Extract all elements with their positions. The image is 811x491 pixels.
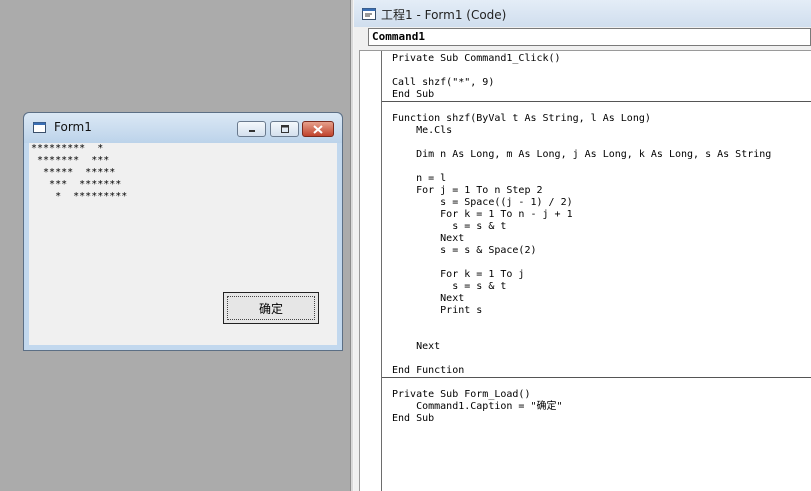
code-lines: Private Sub Command1_Click() Call shzf("*… xyxy=(382,53,811,425)
code-line[interactable]: Next xyxy=(382,293,811,305)
code-window-titlebar[interactable]: 工程1 - Form1 (Code) xyxy=(354,0,811,27)
code-line[interactable]: Command1.Caption = "确定" xyxy=(382,401,811,413)
code-line[interactable]: For j = 1 To n Step 2 xyxy=(382,185,811,197)
maximize-button[interactable] xyxy=(270,121,299,137)
output-line: ******* *** xyxy=(31,155,110,166)
code-line[interactable] xyxy=(382,257,811,269)
code-icon xyxy=(362,8,376,20)
code-line[interactable]: s = s & Space(2) xyxy=(382,245,811,257)
code-line[interactable]: n = l xyxy=(382,173,811,185)
form1-titlebar[interactable]: Form1 xyxy=(24,113,342,143)
code-line[interactable]: End Sub xyxy=(382,413,811,425)
code-line[interactable]: s = Space((j - 1) / 2) xyxy=(382,197,811,209)
code-line[interactable] xyxy=(382,161,811,173)
code-line[interactable]: Private Sub Form_Load() xyxy=(382,389,811,401)
code-line[interactable] xyxy=(382,65,811,77)
code-line[interactable] xyxy=(382,137,811,149)
command1-button[interactable]: 确定 xyxy=(223,292,319,324)
code-editor[interactable]: Private Sub Command1_Click() Call shzf("*… xyxy=(359,50,811,491)
object-combo-box[interactable]: Command1 xyxy=(368,28,811,46)
command1-button-label: 确定 xyxy=(227,296,315,320)
close-icon xyxy=(313,124,323,134)
code-line[interactable]: s = s & t xyxy=(382,221,811,233)
form-icon xyxy=(33,122,46,133)
code-line[interactable]: End Function xyxy=(382,365,811,377)
code-line[interactable]: End Sub xyxy=(382,89,811,101)
form1-title: Form1 xyxy=(54,120,92,134)
minimize-icon xyxy=(248,130,255,132)
output-line: ********* * xyxy=(31,143,104,154)
code-line[interactable]: For k = 1 To j xyxy=(382,269,811,281)
output-line: ***** ***** xyxy=(31,167,116,178)
minimize-button[interactable] xyxy=(237,121,266,137)
code-window-title: 工程1 - Form1 (Code) xyxy=(381,8,507,22)
form1-client-area[interactable]: ********* * ******* *** ***** ***** *** … xyxy=(29,143,337,345)
code-line[interactable]: Me.Cls xyxy=(382,125,811,137)
code-line[interactable]: Dim n As Long, m As Long, j As Long, k A… xyxy=(382,149,811,161)
code-line[interactable]: Call shzf("*", 9) xyxy=(382,77,811,89)
output-line: * ********* xyxy=(31,191,128,202)
code-line[interactable]: Next xyxy=(382,233,811,245)
code-line[interactable]: Function shzf(ByVal t As String, l As Lo… xyxy=(382,113,811,125)
code-line[interactable]: For k = 1 To n - j + 1 xyxy=(382,209,811,221)
code-line[interactable] xyxy=(382,329,811,341)
code-line[interactable]: Print s xyxy=(382,305,811,317)
output-line: *** ******* xyxy=(31,179,122,190)
code-line[interactable]: Next xyxy=(382,341,811,353)
code-line[interactable]: s = s & t xyxy=(382,281,811,293)
code-line[interactable] xyxy=(382,353,811,365)
form-print-output: ********* * ******* *** ***** ***** *** … xyxy=(31,143,127,203)
code-line[interactable] xyxy=(382,317,811,329)
code-window: 工程1 - Form1 (Code) Command1 Private Sub … xyxy=(354,0,811,491)
form1-window: Form1 ********* * ******* *** ***** ****… xyxy=(23,112,343,351)
maximize-icon xyxy=(280,125,289,133)
code-line[interactable] xyxy=(382,101,811,113)
code-line[interactable] xyxy=(382,377,811,389)
code-margin[interactable] xyxy=(360,51,382,491)
close-button[interactable] xyxy=(302,121,334,137)
code-line[interactable]: Private Sub Command1_Click() xyxy=(382,53,811,65)
